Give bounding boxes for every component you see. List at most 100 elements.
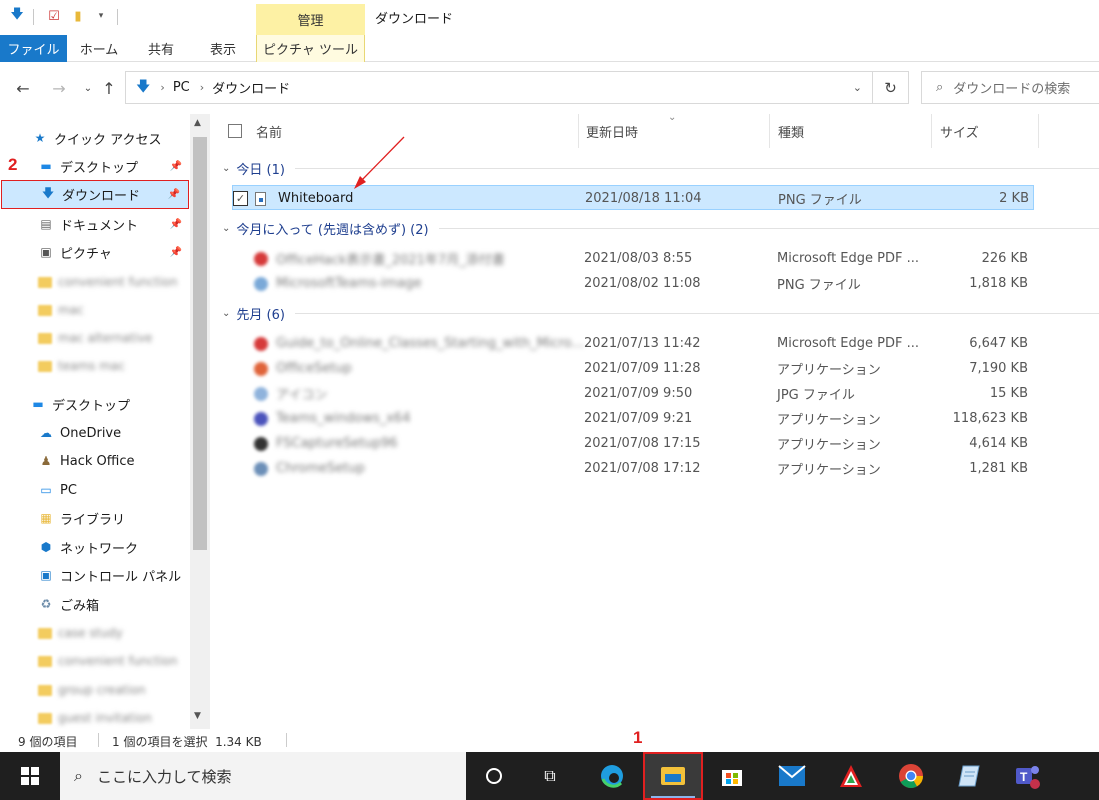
column-divider[interactable] <box>769 114 770 148</box>
sidebar-item-recent-folder[interactable]: mac alternative <box>0 324 190 352</box>
sidebar-item-folder[interactable]: guest invitation <box>0 704 190 729</box>
address-dropdown-chevron-icon[interactable]: ⌄ <box>853 81 862 94</box>
file-name[interactable]: アイコン <box>276 384 327 403</box>
table-row[interactable]: Teams_windows_x64 2021/07/09 9:21 アプリケーシ… <box>232 406 1034 431</box>
cortana-icon[interactable] <box>478 760 510 792</box>
column-header-size[interactable]: サイズ <box>940 114 979 148</box>
tab-file[interactable]: ファイル <box>0 35 67 62</box>
column-divider[interactable] <box>1038 114 1039 148</box>
sidebar-item-quick-access[interactable]: ★ クイック アクセス <box>0 124 190 152</box>
scroll-up-icon[interactable]: ▲ <box>194 118 201 128</box>
taskbar-search-box[interactable]: ⌕ ここに入力して検索 <box>60 752 466 800</box>
sidebar-item-desktop[interactable]: ▬ デスクトップ <box>0 390 190 418</box>
table-row[interactable]: FSCaptureSetup96 2021/07/08 17:15 アプリケーシ… <box>232 431 1034 456</box>
breadcrumb-downloads[interactable]: ダウンロード <box>212 78 290 97</box>
download-arrow-icon: 🡇 <box>41 186 55 200</box>
scrollbar-thumb[interactable] <box>193 137 207 550</box>
column-divider[interactable] <box>931 114 932 148</box>
recent-locations-chevron-icon[interactable]: ⌄ <box>77 77 99 99</box>
back-arrow-icon[interactable]: ← <box>12 77 34 99</box>
column-header-date[interactable]: 更新日時 <box>586 114 638 148</box>
tab-share[interactable]: 共有 <box>136 35 186 62</box>
file-name[interactable]: MicrosoftTeams-image <box>276 276 421 291</box>
new-folder-icon[interactable]: ▮ <box>69 7 87 25</box>
tab-picture-tools[interactable]: ピクチャ ツール <box>256 35 365 62</box>
pin-icon[interactable]: 📌 <box>168 189 180 200</box>
file-name[interactable]: Whiteboard <box>278 186 353 211</box>
sidebar-item-label: convenient function <box>58 275 178 289</box>
tab-view[interactable]: 表示 <box>196 35 250 62</box>
select-all-checkbox[interactable] <box>228 114 242 148</box>
mail-icon[interactable] <box>776 760 808 792</box>
download-arrow-icon: 🡇 <box>10 7 24 22</box>
table-row[interactable]: アイコン 2021/07/09 9:50 JPG ファイル 15 KB <box>232 381 1034 406</box>
sidebar-item-recent-folder[interactable]: mac <box>0 296 190 324</box>
sidebar-scrollbar[interactable]: ▲ ▼ <box>190 114 210 729</box>
row-checkbox[interactable]: ✓ <box>233 186 248 211</box>
properties-icon[interactable]: ☑ <box>45 7 63 25</box>
sidebar-item-downloads[interactable]: 🡇 ダウンロード 📌 <box>1 180 189 209</box>
sidebar-item-recent-folder[interactable]: teams mac <box>0 352 190 380</box>
up-arrow-icon[interactable]: ↑ <box>98 77 120 99</box>
file-date: 2021/07/08 17:15 <box>584 436 701 451</box>
column-header-name[interactable]: 名前 <box>256 114 282 148</box>
breadcrumb-pc[interactable]: PC <box>173 80 190 95</box>
sidebar-item-desktop-pinned[interactable]: ▬ デスクトップ 📌 <box>0 152 190 180</box>
breadcrumb-separator-icon[interactable]: › <box>200 81 204 94</box>
sidebar-item-onedrive[interactable]: ☁ OneDrive <box>0 419 190 447</box>
table-row[interactable]: OfficeHack表示書_2021年7月_添付書 2021/08/03 8:5… <box>232 246 1034 271</box>
table-row[interactable]: MicrosoftTeams-image 2021/08/02 11:08 PN… <box>232 271 1034 296</box>
group-label: 今月に入って (先週は含めず) (2) <box>236 222 429 238</box>
breadcrumb-separator-icon[interactable]: › <box>160 81 164 94</box>
capture-tool-icon[interactable] <box>835 760 867 792</box>
sidebar-item-recycle-bin[interactable]: ♻ ごみ箱 <box>0 590 190 618</box>
column-divider[interactable] <box>578 114 579 148</box>
group-header-last-month[interactable]: ⌄ 先月 (6) <box>222 303 1099 323</box>
sidebar-item-folder[interactable]: convenient function <box>0 647 190 675</box>
sidebar-item-documents[interactable]: ▤ ドキュメント 📌 <box>0 210 190 238</box>
scroll-down-icon[interactable]: ▼ <box>194 711 201 721</box>
file-explorer-taskbar-button[interactable] <box>643 752 703 800</box>
refresh-icon[interactable]: ↻ <box>873 71 909 104</box>
file-name[interactable]: OfficeHack表示書_2021年7月_添付書 <box>276 249 505 268</box>
sidebar-item-label: ライブラリ <box>60 512 126 528</box>
sidebar-item-hack-office[interactable]: ♟ Hack Office <box>0 447 190 475</box>
file-size: 2 KB <box>999 191 1029 206</box>
teams-icon[interactable]: T <box>1012 760 1044 792</box>
table-row[interactable]: Guide_to_Online_Classes_Starting_with_Mi… <box>232 331 1034 356</box>
customize-quick-access-icon[interactable]: ▾ <box>92 7 110 25</box>
sidebar-item-folder[interactable]: case study <box>0 619 190 647</box>
collapse-chevron-icon[interactable]: ⌄ <box>222 163 230 174</box>
forward-arrow-icon[interactable]: → <box>48 77 70 99</box>
sidebar-item-control-panel[interactable]: ▣ コントロール パネル <box>0 561 190 589</box>
file-name[interactable]: Guide_to_Online_Classes_Starting_with_Mi… <box>276 336 584 351</box>
collapse-chevron-icon[interactable]: ⌄ <box>222 223 230 234</box>
address-bar[interactable]: 🡇 › PC › ダウンロード ⌄ <box>125 71 873 104</box>
store-icon[interactable] <box>716 760 748 792</box>
windows-start-icon[interactable] <box>14 760 46 792</box>
file-name[interactable]: OfficeSetup <box>276 361 352 376</box>
sidebar-item-folder[interactable]: group creation <box>0 676 190 704</box>
search-box[interactable]: ⌕ ダウンロードの検索 <box>921 71 1099 104</box>
sidebar-item-library[interactable]: ▦ ライブラリ <box>0 504 190 532</box>
notepad-icon[interactable] <box>953 760 985 792</box>
table-row[interactable]: OfficeSetup 2021/07/09 11:28 アプリケーション 7,… <box>232 356 1034 381</box>
sidebar-item-pc[interactable]: ▭ PC <box>0 476 190 504</box>
pin-icon[interactable]: 📌 <box>170 161 182 172</box>
sidebar-item-network[interactable]: ⬢ ネットワーク <box>0 533 190 561</box>
file-name[interactable]: Teams_windows_x64 <box>276 411 410 426</box>
sidebar-item-recent-folder[interactable]: convenient function <box>0 268 190 296</box>
column-header-type[interactable]: 種類 <box>778 114 804 148</box>
table-row[interactable]: ChromeSetup 2021/07/08 17:12 アプリケーション 1,… <box>232 456 1034 481</box>
sidebar-item-pictures[interactable]: ▣ ピクチャ 📌 <box>0 238 190 266</box>
pin-icon[interactable]: 📌 <box>170 219 182 230</box>
task-view-icon[interactable]: ⧉ <box>534 760 566 792</box>
tab-home[interactable]: ホーム <box>72 35 126 62</box>
chrome-icon[interactable] <box>895 760 927 792</box>
pin-icon[interactable]: 📌 <box>170 247 182 258</box>
file-name[interactable]: FSCaptureSetup96 <box>276 436 398 451</box>
group-header-this-month[interactable]: ⌄ 今月に入って (先週は含めず) (2) <box>222 218 1099 238</box>
edge-icon[interactable] <box>596 760 628 792</box>
file-name[interactable]: ChromeSetup <box>276 461 365 476</box>
collapse-chevron-icon[interactable]: ⌄ <box>222 308 230 319</box>
